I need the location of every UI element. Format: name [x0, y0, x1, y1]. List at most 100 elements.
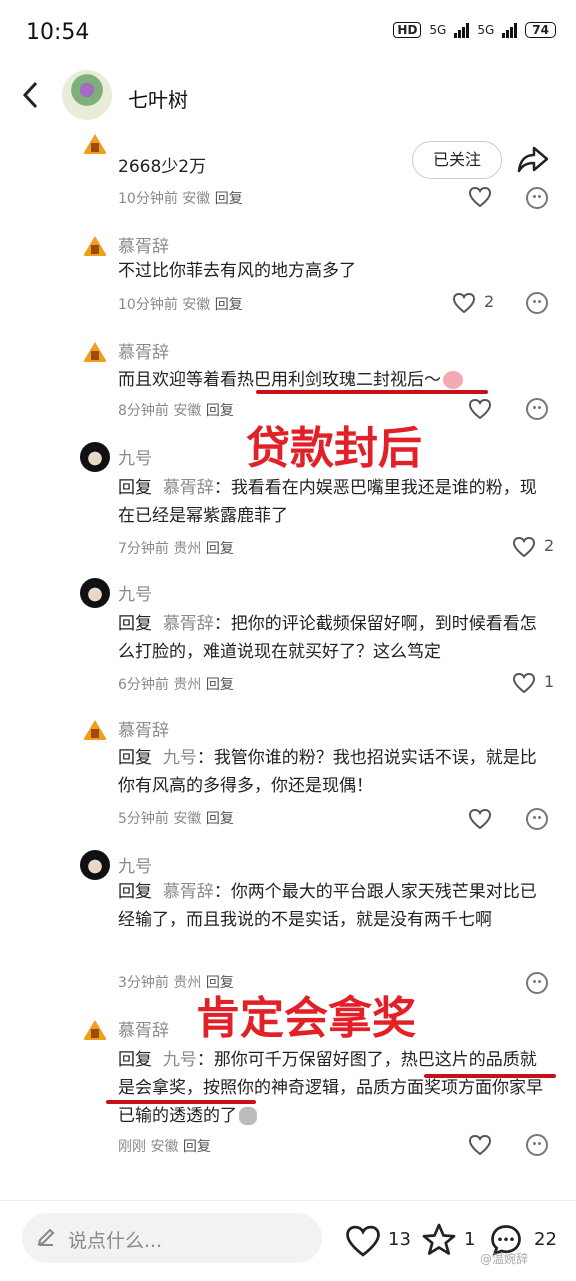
emoji-reaction-icon[interactable]	[526, 187, 548, 209]
commenter-name[interactable]: 九号	[118, 852, 152, 877]
comment-location: 安徽	[182, 191, 211, 207]
status-icons: HD 5G 5G 74	[393, 22, 556, 38]
like-heart-icon[interactable]	[512, 672, 536, 694]
emoji-reaction-icon[interactable]	[526, 292, 548, 314]
emoji-reaction-icon[interactable]	[526, 1134, 548, 1156]
comment-location: 安徽	[173, 811, 202, 827]
comment-item: 九号 回复 慕胥辞：把你的评论截频保留好啊，到时候看看怎么打脸的，难道说现在就买…	[0, 576, 576, 712]
like-count: 1	[544, 672, 555, 691]
comment-text: 回复 九号：我管你谁的粉？我也招说实话不误，就是比你有风高的多得多，你还是现偶！	[118, 748, 537, 796]
comment-location: 贵州	[173, 541, 202, 557]
comment-meta: 刚刚 安徽 回复	[118, 1136, 211, 1156]
back-arrow-icon[interactable]	[20, 80, 42, 110]
comment-text: 回复 慕胥辞：我看看在内娱恶巴嘴里我还是谁的粉，现在已经是幂紫露鹿菲了	[118, 478, 537, 526]
like-heart-icon[interactable]	[468, 398, 492, 420]
comment-time: 7分钟前	[118, 541, 169, 557]
commenter-name[interactable]: 慕胥辞	[118, 232, 169, 257]
network-label-2: 5G	[477, 23, 495, 37]
emoji-reaction-icon[interactable]	[526, 972, 548, 994]
emoji-reaction-icon[interactable]	[526, 808, 548, 830]
comment-time: 10分钟前	[118, 297, 178, 313]
reply-link[interactable]: 回复	[215, 191, 243, 207]
like-heart-icon[interactable]	[344, 1224, 382, 1258]
reply-link[interactable]: 回复	[206, 811, 234, 827]
reply-link[interactable]: 回复	[206, 677, 234, 693]
network-label-1: 5G	[429, 23, 447, 37]
pencil-icon	[37, 1228, 55, 1246]
hd-badge: HD	[393, 22, 422, 38]
like-heart-icon[interactable]	[452, 292, 476, 314]
signal-icon	[454, 22, 470, 38]
comment-item: 2668少2万 10分钟前 安徽 回复	[0, 128, 576, 228]
reply-prefix: 回复	[118, 614, 152, 634]
reply-link[interactable]: 回复	[206, 403, 234, 419]
like-heart-icon[interactable]	[512, 536, 536, 558]
commenter-name[interactable]: 九号	[118, 580, 152, 605]
reply-target[interactable]: 慕胥辞	[163, 614, 214, 634]
reply-target[interactable]: 九号	[163, 748, 197, 768]
annotation-underline	[424, 1074, 556, 1078]
avatar-triangle-icon[interactable]	[80, 1014, 110, 1044]
reply-link[interactable]: 回复	[215, 297, 243, 313]
comment-text: 回复 慕胥辞：把你的评论截频保留好啊，到时候看看怎么打脸的，难道说现在就买好了？…	[118, 614, 537, 662]
comment-meta: 7分钟前 贵州 回复	[118, 538, 234, 558]
avatar[interactable]	[62, 70, 112, 120]
comment-time: 3分钟前	[118, 975, 169, 991]
avatar-triangle-icon[interactable]	[80, 128, 110, 158]
comment-location: 安徽	[173, 403, 202, 419]
like-heart-icon[interactable]	[468, 808, 492, 830]
reply-link[interactable]: 回复	[206, 541, 234, 557]
status-bar: 10:54 HD 5G 5G 74	[0, 0, 576, 64]
star-icon[interactable]	[420, 1222, 458, 1258]
comment-placeholder: 说点什么...	[68, 1230, 163, 1252]
comment-item: 慕胥辞 回复 九号：我管你谁的粉？我也招说实话不误，就是比你有风高的多得多，你还…	[0, 712, 576, 848]
comment-item: 九号 回复 慕胥辞：我看看在内娱恶巴嘴里我还是谁的粉，现在已经是幂紫露鹿菲了 7…	[0, 440, 576, 570]
comment-time: 10分钟前	[118, 191, 178, 207]
avatar-face-icon[interactable]	[80, 850, 110, 880]
battery-icon: 74	[525, 22, 556, 38]
comment-meta: 6分钟前 贵州 回复	[118, 674, 234, 694]
emoji-reaction-icon[interactable]	[526, 398, 548, 420]
avatar-face-icon[interactable]	[80, 578, 110, 608]
commenter-name[interactable]: 慕胥辞	[118, 1016, 169, 1041]
commenter-name[interactable]: 慕胥辞	[118, 338, 169, 363]
comment-time: 6分钟前	[118, 677, 169, 693]
status-time: 10:54	[26, 20, 90, 45]
commenter-name[interactable]: 九号	[118, 444, 152, 469]
reply-link[interactable]: 回复	[183, 1139, 211, 1155]
signal-icon-2	[502, 22, 518, 38]
comment-meta: 10分钟前 安徽 回复	[118, 294, 243, 314]
like-count: 2	[544, 536, 555, 555]
commenter-name[interactable]: 慕胥辞	[118, 716, 169, 741]
avatar-triangle-icon[interactable]	[80, 714, 110, 744]
reply-prefix: 回复	[118, 748, 152, 768]
comment-time: 5分钟前	[118, 811, 169, 827]
avatar-triangle-icon[interactable]	[80, 230, 110, 260]
comment-text: 2668少2万	[118, 157, 207, 177]
page-title: 七叶树	[128, 88, 188, 112]
avatar-face-icon[interactable]	[80, 442, 110, 472]
comment-time: 刚刚	[118, 1139, 146, 1155]
avatar-triangle-icon[interactable]	[80, 336, 110, 366]
reply-target[interactable]: 九号	[163, 1050, 197, 1070]
comment-time: 8分钟前	[118, 403, 169, 419]
comment-item: 慕胥辞 不过比你菲去有风的地方高多了 10分钟前 安徽 回复 2	[0, 228, 576, 336]
like-heart-icon[interactable]	[468, 186, 492, 208]
comment-text-content: 而且欢迎等着看热巴用利剑玫瑰二封视后～	[118, 370, 441, 390]
comment-meta: 5分钟前 安徽 回复	[118, 808, 234, 828]
comment-meta: 10分钟前 安徽 回复	[118, 188, 243, 208]
reply-target[interactable]: 慕胥辞	[163, 882, 214, 902]
like-heart-icon[interactable]	[468, 1134, 492, 1156]
comment-input[interactable]: 说点什么...	[22, 1213, 322, 1263]
comment-text: 回复 慕胥辞：你两个最大的平台跟人家天残芒果对比已经输了，而且我说的不是实话，就…	[118, 882, 537, 930]
annotation-underline	[256, 390, 488, 394]
comment-location: 安徽	[182, 297, 211, 313]
watermark: @温婉辞	[480, 1252, 529, 1266]
comment-location: 贵州	[173, 677, 202, 693]
pig-emoji-icon	[443, 371, 463, 389]
star-total: 1	[464, 1229, 476, 1250]
like-total: 13	[388, 1229, 411, 1250]
cat-emoji-icon	[239, 1107, 257, 1125]
reply-target[interactable]: 慕胥辞	[163, 478, 214, 498]
annotation-underline	[106, 1100, 256, 1104]
